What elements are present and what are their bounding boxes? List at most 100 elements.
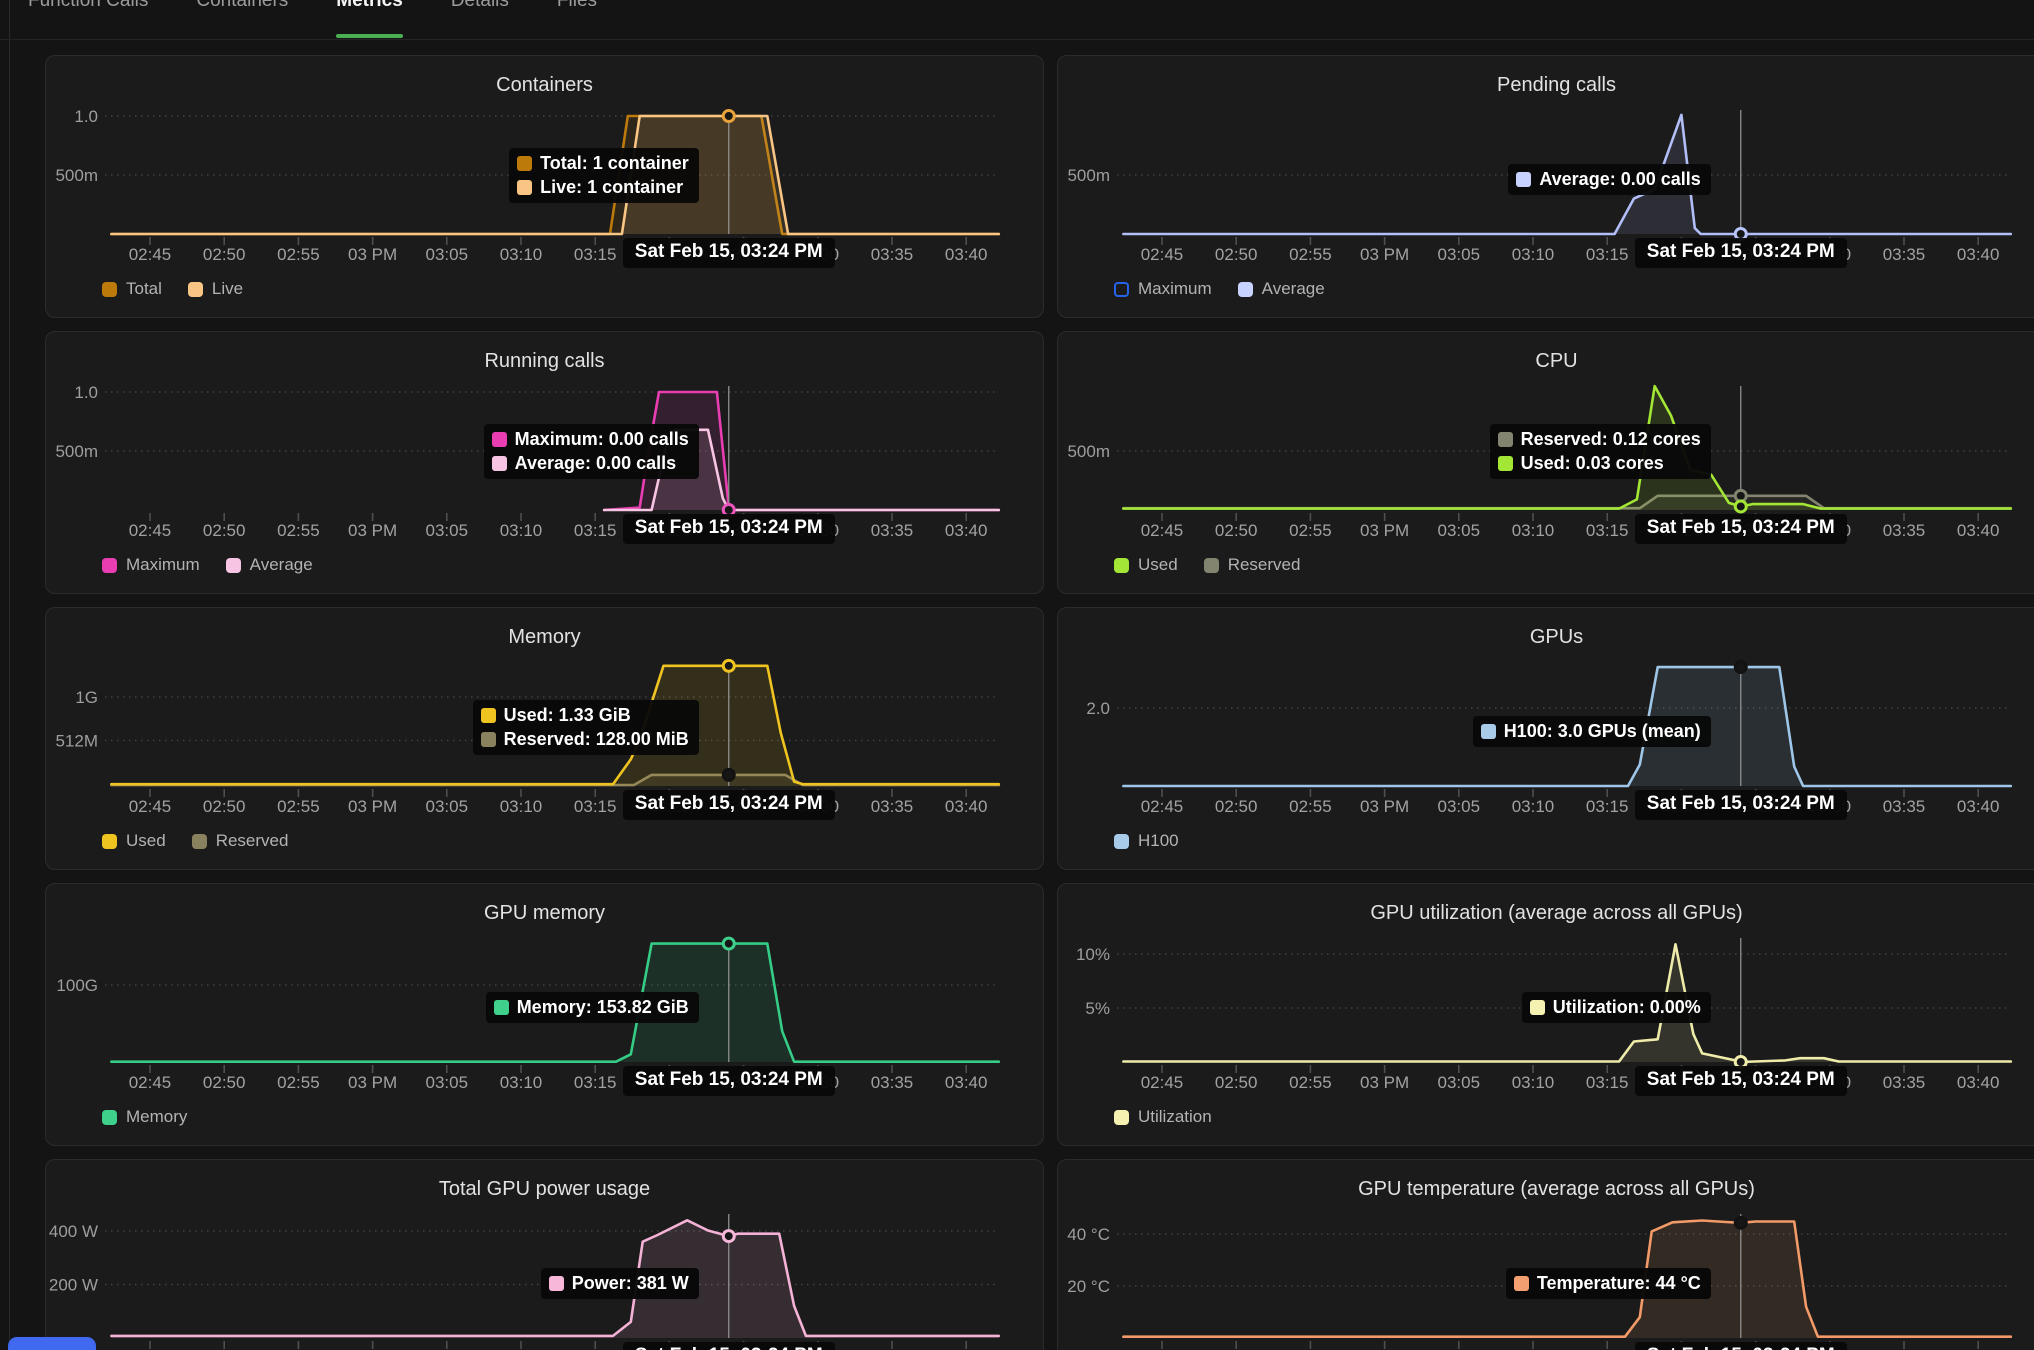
x-axis-label: 03:05 bbox=[426, 1073, 469, 1092]
y-axis-label: 512M bbox=[55, 731, 98, 750]
crosshair-date-tooltip: Sat Feb 15, 03:24 PM bbox=[1635, 514, 1847, 544]
legend-swatch bbox=[1114, 282, 1129, 297]
chart-legend: Utilization bbox=[1114, 1107, 1212, 1127]
tab-details[interactable]: Details bbox=[451, 0, 509, 40]
tooltip-row: Utilization: 0.00% bbox=[1530, 997, 1701, 1018]
x-axis-label: 03 PM bbox=[348, 797, 397, 816]
legend-item-total[interactable]: Total bbox=[102, 279, 162, 299]
chart-card: Pending calls 500m02:4502:5002:5503 PM03… bbox=[1057, 55, 2034, 318]
crosshair-date-tooltip: Sat Feb 15, 03:24 PM bbox=[623, 790, 835, 820]
x-axis-label: 03:05 bbox=[426, 521, 469, 540]
legend-item-average[interactable]: Average bbox=[226, 555, 313, 575]
crosshair-marker bbox=[723, 111, 734, 122]
x-axis-label: 02:55 bbox=[277, 245, 320, 264]
chat-launcher-button[interactable] bbox=[8, 1337, 96, 1350]
chart-card: Total GPU power usage 400 W200 W02:4502:… bbox=[45, 1159, 1044, 1350]
tooltip-value: Memory: 153.82 GiB bbox=[517, 997, 689, 1018]
tooltip-swatch bbox=[1514, 1276, 1529, 1291]
crosshair-marker bbox=[723, 938, 734, 949]
legend-item-reserved[interactable]: Reserved bbox=[192, 831, 289, 851]
x-axis-label: 03:35 bbox=[871, 1073, 914, 1092]
tooltip-row: Temperature: 44 °C bbox=[1514, 1273, 1701, 1294]
y-axis-label: 5% bbox=[1085, 999, 1110, 1018]
tooltip-row: Average: 0.00 calls bbox=[1516, 169, 1700, 190]
x-axis-label: 02:55 bbox=[1289, 245, 1332, 264]
x-axis-label: 03 PM bbox=[348, 521, 397, 540]
x-axis-label: 02:50 bbox=[1215, 1073, 1258, 1092]
tooltip-value: Used: 0.03 cores bbox=[1521, 453, 1664, 474]
x-axis-label: 03:35 bbox=[1883, 797, 1926, 816]
chart-tooltip: Temperature: 44 °C bbox=[1506, 1268, 1711, 1299]
legend-item-maximum[interactable]: Maximum bbox=[1114, 279, 1212, 299]
tooltip-swatch bbox=[549, 1276, 564, 1291]
x-axis-label: 03:35 bbox=[1883, 521, 1926, 540]
tooltip-swatch bbox=[1498, 456, 1513, 471]
legend-item-h100[interactable]: H100 bbox=[1114, 831, 1179, 851]
legend-label: Total bbox=[126, 279, 162, 299]
tooltip-row: Reserved: 0.12 cores bbox=[1498, 429, 1701, 450]
legend-item-reserved[interactable]: Reserved bbox=[1204, 555, 1301, 575]
tab-label: Containers bbox=[196, 0, 288, 11]
chart-plot[interactable]: 400 W200 W02:4502:5002:5503 PM03:0503:10… bbox=[46, 1160, 1043, 1350]
x-axis-label: 02:55 bbox=[277, 797, 320, 816]
tooltip-value: Maximum: 0.00 calls bbox=[515, 429, 689, 450]
x-axis-label: 02:45 bbox=[1141, 245, 1184, 264]
tab-function-calls[interactable]: Function Calls bbox=[28, 0, 148, 40]
x-axis-label: 03:35 bbox=[1883, 1073, 1926, 1092]
legend-label: Memory bbox=[126, 1107, 187, 1127]
legend-item-maximum[interactable]: Maximum bbox=[102, 555, 200, 575]
chart-card: Memory 1G512M02:4502:5002:5503 PM03:0503… bbox=[45, 607, 1044, 870]
legend-item-utilization[interactable]: Utilization bbox=[1114, 1107, 1212, 1127]
tooltip-swatch bbox=[517, 180, 532, 195]
chart-tooltip: Memory: 153.82 GiB bbox=[486, 992, 699, 1023]
tooltip-value: Reserved: 128.00 MiB bbox=[504, 729, 689, 750]
legend-item-used[interactable]: Used bbox=[102, 831, 166, 851]
x-axis-label: 02:45 bbox=[1141, 1073, 1184, 1092]
x-axis-label: 03:35 bbox=[871, 521, 914, 540]
x-axis-label: 02:50 bbox=[1215, 797, 1258, 816]
tooltip-row: Memory: 153.82 GiB bbox=[494, 997, 689, 1018]
crosshair-marker bbox=[1735, 501, 1746, 512]
legend-item-memory[interactable]: Memory bbox=[102, 1107, 187, 1127]
crosshair-marker bbox=[723, 769, 734, 780]
legend-item-used[interactable]: Used bbox=[1114, 555, 1178, 575]
tab-files[interactable]: Files bbox=[557, 0, 597, 40]
legend-label: Used bbox=[1138, 555, 1178, 575]
tab-metrics[interactable]: Metrics bbox=[336, 0, 403, 40]
legend-swatch bbox=[1238, 282, 1253, 297]
x-axis-label: 03:10 bbox=[1512, 245, 1555, 264]
chart-plot[interactable]: 40 °C20 °C02:4502:5002:5503 PM03:0503:10… bbox=[1058, 1160, 2034, 1350]
active-tab-underline bbox=[336, 34, 403, 38]
crosshair-date-tooltip: Sat Feb 15, 03:24 PM bbox=[1635, 238, 1847, 268]
chart-legend: Memory bbox=[102, 1107, 187, 1127]
chart-card: Running calls 1.0500m02:4502:5002:5503 P… bbox=[45, 331, 1044, 594]
x-axis-label: 02:50 bbox=[203, 521, 246, 540]
chart-tooltip: Maximum: 0.00 callsAverage: 0.00 calls bbox=[484, 424, 699, 479]
x-axis-label: 03:10 bbox=[500, 797, 543, 816]
legend-item-live[interactable]: Live bbox=[188, 279, 243, 299]
x-axis-label: 02:55 bbox=[277, 521, 320, 540]
x-axis-label: 02:50 bbox=[1215, 521, 1258, 540]
y-axis-label: 40 °C bbox=[1067, 1225, 1110, 1244]
tab-label: Function Calls bbox=[28, 0, 148, 11]
legend-swatch bbox=[1114, 558, 1129, 573]
x-axis-label: 03:10 bbox=[1512, 521, 1555, 540]
y-axis-label: 500m bbox=[55, 442, 98, 461]
x-axis-label: 03 PM bbox=[1360, 521, 1409, 540]
legend-label: Maximum bbox=[126, 555, 200, 575]
crosshair-marker bbox=[723, 1231, 734, 1242]
chart-legend: Used Reserved bbox=[1114, 555, 1300, 575]
chart-tooltip: H100: 3.0 GPUs (mean) bbox=[1473, 716, 1711, 747]
chart-card: CPU 500m02:4502:5002:5503 PM03:0503:1003… bbox=[1057, 331, 2034, 594]
x-axis-label: 02:50 bbox=[203, 245, 246, 264]
x-axis-label: 03:15 bbox=[1586, 797, 1629, 816]
y-axis-label: 500m bbox=[1067, 166, 1110, 185]
legend-swatch bbox=[102, 282, 117, 297]
legend-swatch bbox=[102, 558, 117, 573]
chart-legend: Total Live bbox=[102, 279, 243, 299]
chart-tooltip: Used: 1.33 GiBReserved: 128.00 MiB bbox=[473, 700, 699, 755]
x-axis-label: 03:10 bbox=[500, 1073, 543, 1092]
tooltip-swatch bbox=[481, 732, 496, 747]
tab-containers[interactable]: Containers bbox=[196, 0, 288, 40]
legend-item-average[interactable]: Average bbox=[1238, 279, 1325, 299]
